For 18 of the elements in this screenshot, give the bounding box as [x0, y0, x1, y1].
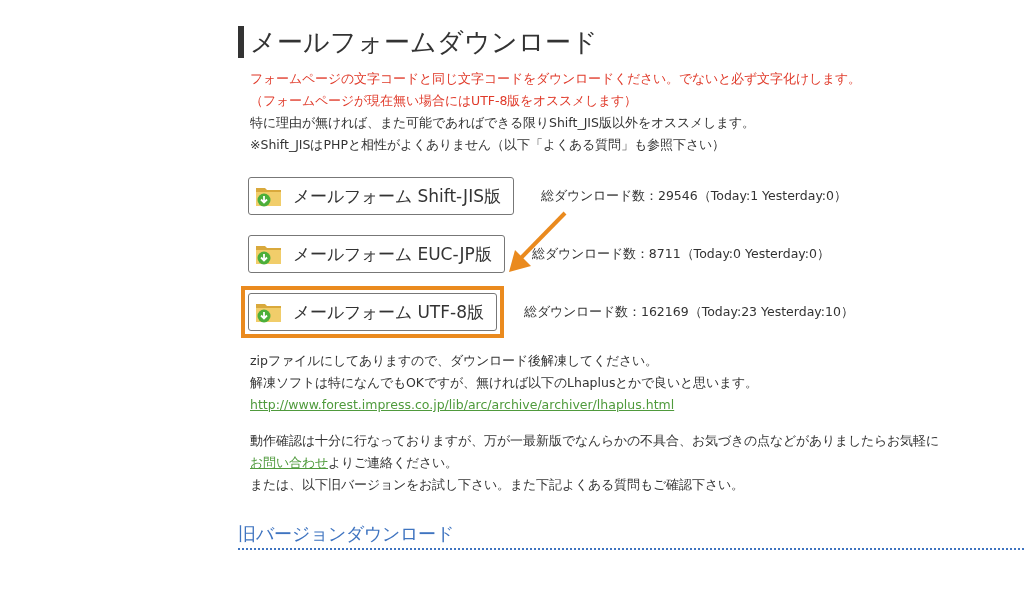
- page-heading: メールフォームダウンロード: [238, 26, 598, 58]
- contact-link[interactable]: お問い合わせ: [250, 455, 328, 470]
- info-text: または、以下旧バージョンをお試し下さい。また下記よくある質問もご確認下さい。: [250, 476, 745, 494]
- download-link[interactable]: http://www.forest.impress.co.jp/lib/arc/archive/archiver/lhaplus.html: [250, 397, 675, 412]
- contact-text: 動作確認は十分に行なっておりますが、万が一最新版でなんらかの不具合、お気づきの点などがありましたらお気軽に お問い合わせよりご連絡ください。: [250, 432, 940, 472]
- warning-text: （フォームページが現在無い場合にはUTF-8版をオススメします）: [250, 92, 639, 110]
- notice-text: ※Shift_JISはPHPと相性がよくありません（以下「よくある質問」も参照下さい）: [250, 136, 726, 154]
- download-count: 総ダウンロード数：29546（Today:1 Yesterday:0）: [540, 187, 848, 205]
- notice-text: 特に理由が無ければ、また可能であればできる限りShift_JIS版以外をオススメします。: [250, 114, 756, 132]
- download-button[interactable]: メールフォーム Shift-JIS版: [248, 177, 514, 215]
- download-button[interactable]: メールフォーム EUC-JP版: [248, 235, 505, 273]
- download-count: 総ダウンロード数：162169（Today:23 Yesterday:10）: [523, 303, 854, 321]
- info-text: zipファイルにしてありますので、ダウンロード後解凍してください。: [250, 352, 659, 370]
- section-heading: 旧バージョンダウンロード: [238, 522, 1024, 550]
- download-button[interactable]: メールフォーム UTF-8版: [248, 293, 497, 331]
- info-text: 解凍ソフトは特になんでもOKですが、無ければ以下のLhaplusとかで良いと思います。: [250, 374, 760, 392]
- download-count: 総ダウンロード数：8711（Today:0 Yesterday:0）: [531, 245, 830, 263]
- warning-text: フォームページの文字コードと同じ文字コードをダウンロードください。でないと必ず文字化けします。: [250, 70, 862, 88]
